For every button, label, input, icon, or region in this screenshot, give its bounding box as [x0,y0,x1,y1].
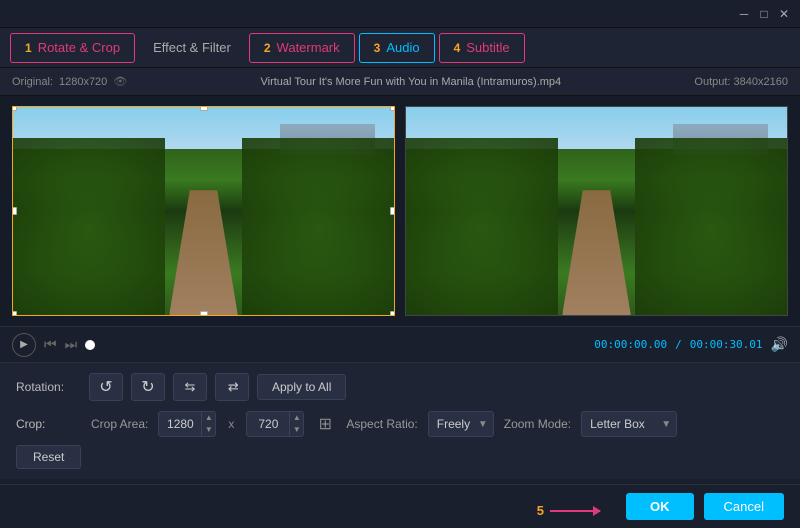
title-bar: ─ □ ✕ [0,0,800,28]
input-preview [12,106,395,316]
tab-label-audio: Audio [386,40,419,55]
zoom-mode-select-wrap: Letter Box Pan & Scan Full ▼ [581,411,677,437]
flip-vertical-button[interactable]: ⇅ [215,373,249,401]
tab-rotate-crop[interactable]: 1 Rotate & Crop [10,33,135,63]
crop-width-input[interactable] [159,417,201,431]
handle-top-right[interactable] [390,106,395,111]
tab-number-4: 4 [454,41,461,55]
crop-height-spinners: ▲ ▼ [289,412,303,436]
crop-height-up[interactable]: ▲ [290,412,303,424]
output-label: Output: [694,76,730,88]
input-video-frame [13,107,394,315]
zoom-mode-select[interactable]: Letter Box Pan & Scan Full [581,411,677,437]
handle-bottom-left[interactable] [12,311,17,316]
arrow-line [550,510,600,512]
reset-button[interactable]: Reset [16,445,81,469]
cancel-button[interactable]: Cancel [704,493,784,520]
current-time: 00:00:00.00 [594,338,667,351]
crop-height-input-wrap: ▲ ▼ [246,411,304,437]
tab-audio[interactable]: 3 Audio [359,33,435,63]
tab-label-watermark: Watermark [277,40,340,55]
tab-label-effect-filter: Effect & Filter [153,40,231,55]
output-preview [405,106,788,316]
volume-icon[interactable]: 🔊 [771,336,788,353]
handle-bottom-right[interactable] [390,311,395,316]
crop-area-label: Crop Area: [91,417,148,431]
reset-row: Reset [16,445,784,469]
step5-indicator: 5 [537,503,600,518]
aspect-ratio-select-wrap: Freely 16:9 4:3 1:1 9:16 ▼ [428,411,494,437]
next-frame-button[interactable]: ⏭ [65,336,78,353]
original-resolution: 1280x720 [59,76,107,88]
tab-number-1: 1 [25,41,32,55]
tab-number-3: 3 [374,41,381,55]
ok-button[interactable]: OK [626,493,694,520]
maximize-button[interactable]: □ [756,6,772,22]
crop-row: Crop: Crop Area: ▲ ▼ x ▲ ▼ ⊞ Aspect Rati… [16,411,784,437]
total-time: 00:00:30.01 [690,338,763,351]
aspect-ratio-select[interactable]: Freely 16:9 4:3 1:1 9:16 [428,411,494,437]
visibility-icon[interactable]: 👁 [113,75,127,88]
minimize-button[interactable]: ─ [736,6,752,22]
handle-top-mid[interactable] [200,106,208,111]
tab-label-rotate-crop: Rotate & Crop [38,40,120,55]
handle-top-left[interactable] [12,106,17,111]
rotate-ccw-icon: ↺ [99,377,112,397]
original-label: Original: [12,76,53,88]
close-button[interactable]: ✕ [776,6,792,22]
crop-label: Crop: [16,417,81,431]
tab-subtitle[interactable]: 4 Subtitle [439,33,525,63]
aspect-ratio-label: Aspect Ratio: [346,417,417,431]
tab-watermark[interactable]: 2 Watermark [249,33,355,63]
crop-height-down[interactable]: ▼ [290,424,303,436]
rotation-label: Rotation: [16,380,81,394]
tab-number-2: 2 [264,41,271,55]
action-bar: 5 OK Cancel [0,484,800,528]
rotate-cw-icon: ↻ [141,377,154,397]
handle-mid-right[interactable] [390,207,395,215]
x-separator: x [228,417,234,431]
rotate-ccw-button[interactable]: ↺ [89,373,123,401]
crop-width-spinners: ▲ ▼ [201,412,215,436]
flip-h-icon: ⇆ [185,379,196,395]
crop-width-down[interactable]: ▼ [202,424,215,436]
arrow-head [593,506,601,516]
crop-width-input-wrap: ▲ ▼ [158,411,216,437]
tab-effect-filter[interactable]: Effect & Filter [139,33,245,63]
controls-panel: Rotation: ↺ ↻ ⇆ ⇅ Apply to All Crop: Cro… [0,362,800,479]
handle-bottom-mid[interactable] [200,311,208,316]
tab-bar: 1 Rotate & Crop Effect & Filter 2 Waterm… [0,28,800,68]
info-bar: Original: 1280x720 👁 Virtual Tour It's M… [0,68,800,96]
handle-mid-left[interactable] [12,207,17,215]
output-video-frame [406,107,787,315]
filename: Virtual Tour It's More Fun with You in M… [261,76,562,88]
crop-height-input[interactable] [247,417,289,431]
time-separator: / [675,338,682,351]
prev-frame-button[interactable]: ⏮ [44,336,57,353]
play-button[interactable]: ▶ [12,333,36,357]
expand-crop-icon[interactable]: ⊞ [314,413,336,435]
preview-area [0,96,800,326]
apply-to-all-button[interactable]: Apply to All [257,374,346,400]
flip-horizontal-button[interactable]: ⇆ [173,373,207,401]
rotation-row: Rotation: ↺ ↻ ⇆ ⇅ Apply to All [16,373,784,401]
flip-v-icon: ⇅ [224,382,240,393]
crop-width-up[interactable]: ▲ [202,412,215,424]
timeline-scrubber[interactable] [85,340,95,350]
tab-label-subtitle: Subtitle [466,40,509,55]
output-resolution: 3840x2160 [734,76,788,88]
step-number-5: 5 [537,503,544,518]
rotate-cw-button[interactable]: ↻ [131,373,165,401]
timeline-bar: ▶ ⏮ ⏭ 00:00:00.00 / 00:00:30.01 🔊 [0,326,800,362]
zoom-mode-label: Zoom Mode: [504,417,571,431]
